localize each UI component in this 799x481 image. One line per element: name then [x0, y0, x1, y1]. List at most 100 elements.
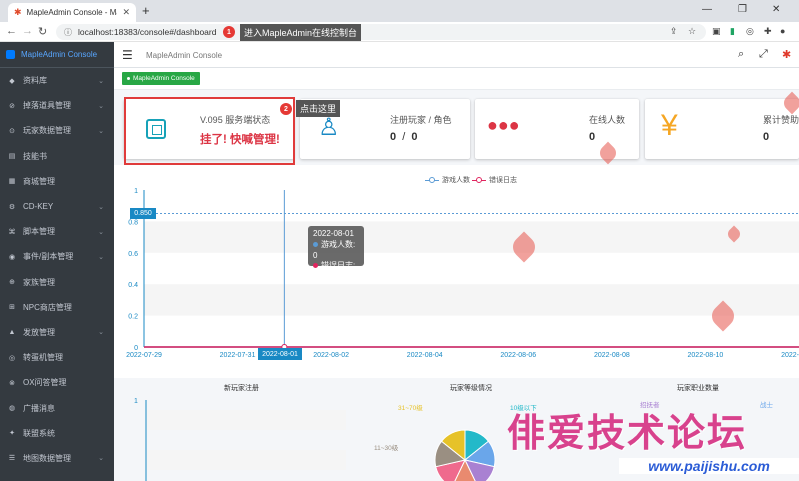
sidebar-item-label: 发放管理 — [23, 327, 55, 337]
sidebar-item-label: 地图数据管理 — [23, 453, 71, 463]
sidebar-item[interactable]: ◎ 转蛋机管理 — [0, 345, 114, 370]
sidebar-item[interactable]: ▲ 发放管理 ⌄ — [0, 320, 114, 345]
sidebar-item[interactable]: ⊞ NPC商店管理 — [0, 295, 114, 320]
y-tick-label: 0.8 — [128, 219, 138, 226]
restore-icon[interactable]: ❐ — [738, 4, 747, 15]
tooltip-value: 游戏人数: 0 — [313, 239, 356, 260]
y-tick-label: 0.4 — [128, 282, 138, 289]
sidebar-item[interactable]: ⌘ 脚本管理 ⌄ — [0, 219, 114, 244]
sidebar: MapleAdmin Console ◆ 资料库 ⌄ ⊘ 掉落道具管理 ⌄ ⊙ 玩家数据管理 ⌄… — [0, 42, 114, 481]
level-pie-chart[interactable] — [430, 425, 500, 481]
annotation-number: 2 — [280, 103, 292, 115]
nav-icon: ⚙ — [8, 203, 16, 211]
sidebar-nav: ◆ 资料库 ⌄ ⊘ 掉落道具管理 ⌄ ⊙ 玩家数据管理 ⌄ ▤ 技能书 ▦ 商城管理 ⚙ CD-KEY ⌄ ⌘ 脚… — [0, 68, 114, 481]
extension-icon[interactable]: ▣ — [712, 26, 721, 37]
reload-icon[interactable]: ↻ — [38, 25, 47, 38]
maple-leaf-icon[interactable]: ✱ — [782, 48, 791, 61]
close-window-icon[interactable]: ✕ — [772, 4, 780, 15]
players-separator: / — [402, 131, 406, 143]
grid-band — [144, 221, 799, 253]
players-title: 注册玩家 / 角色 — [390, 115, 452, 125]
sidebar-item-label: 家族管理 — [23, 277, 55, 287]
y-tick-label: 0.6 — [128, 251, 138, 258]
brand[interactable]: MapleAdmin Console — [0, 42, 114, 68]
nav-icon: ▦ — [8, 178, 16, 186]
tooltip-date: 2022-08-01 — [313, 229, 354, 238]
sidebar-item[interactable]: ◍ 广播消息 — [0, 395, 114, 420]
close-tab-icon[interactable]: ✕ — [122, 7, 130, 18]
back-icon[interactable]: ← — [6, 25, 17, 37]
menu-toggle-icon[interactable]: ☰ — [122, 48, 133, 62]
nav-icon: ✦ — [9, 430, 15, 438]
x-tick-label: 2022-07-31 — [220, 352, 256, 359]
tab-title: MapleAdmin Console - Maple — [26, 8, 118, 17]
nav-icon: ▲ — [8, 328, 16, 336]
line-chart[interactable]: 00.20.40.60.812022-07-29 2022-07-31 2022-0… — [114, 180, 799, 370]
browser-tab[interactable]: ✱ MapleAdmin Console - Maple ✕ — [8, 3, 136, 22]
series-dot-icon — [313, 263, 318, 269]
nav-icon: ☰ — [8, 455, 16, 463]
users-group-icon: ●●● — [487, 115, 520, 135]
sidebar-item-label: 脚本管理 — [23, 227, 55, 237]
nav-icon: ◆ — [9, 77, 15, 85]
total-value: 0 — [763, 131, 770, 143]
search-icon[interactable]: ⌕ — [738, 48, 744, 61]
info-icon[interactable]: ⓘ — [64, 27, 72, 38]
roles-count: 0 — [411, 131, 418, 143]
sidebar-item[interactable]: ⊕ 家族管理 — [0, 270, 114, 295]
sidebar-item-label: NPC商店管理 — [23, 302, 72, 312]
sidebar-item-label: CD-KEY — [23, 202, 54, 212]
profile-icon[interactable]: ● — [780, 26, 785, 36]
maple-leaf-icon: ✱ — [14, 7, 22, 17]
brand-name: MapleAdmin Console — [21, 50, 98, 59]
nav-icon: ⊙ — [9, 127, 15, 135]
x-tick-label: 2022-08-04 — [407, 352, 443, 359]
forward-icon[interactable]: → — [22, 25, 33, 37]
new-tab-button[interactable]: + — [142, 3, 150, 18]
puzzle-icon[interactable]: ✚ — [764, 26, 772, 37]
chevron-down-icon: ⌄ — [98, 102, 104, 110]
x-tick-label: 2022-08-06 — [500, 352, 536, 359]
job-title: 玩家职业数量 — [677, 385, 719, 392]
navbar-title: MapleAdmin Console — [146, 51, 223, 60]
sidebar-item[interactable]: ◆ 资料库 ⌄ — [0, 68, 114, 93]
tooltip-line: 游戏人数: 0 — [313, 240, 359, 262]
sidebar-item[interactable]: ⊗ OX问答管理 — [0, 370, 114, 395]
sidebar-item[interactable]: ⊘ 掉落道具管理 ⌄ — [0, 93, 114, 118]
sidebar-item[interactable]: ✦ 联盟系统 — [0, 421, 114, 446]
x-tick-label: 2022-08-08 — [594, 352, 630, 359]
level-title: 玩家等级情况 — [450, 385, 492, 392]
sidebar-item[interactable]: ⊙ 玩家数据管理 ⌄ — [0, 118, 114, 143]
extension-icon[interactable]: ◎ — [746, 26, 754, 37]
annotation-number: 1 — [223, 26, 235, 38]
annotation-callout: 进入MapleAdmin在线控制台 — [240, 24, 362, 41]
tag-label: MapleAdmin Console — [133, 75, 195, 82]
fullscreen-icon[interactable]: ⤢ — [759, 48, 768, 61]
user-icon: ♙ — [318, 114, 340, 141]
browser-tab-bar: ✱ MapleAdmin Console - Maple ✕ + — ❐ ✕ — [0, 0, 799, 22]
annotation-callout: 点击这里 — [296, 100, 341, 117]
online-title: 在线人数 — [589, 115, 626, 125]
minimize-icon[interactable]: — — [702, 4, 712, 15]
sidebar-item-label: 广播消息 — [23, 403, 55, 413]
dashboard-tag[interactable]: MapleAdmin Console — [122, 72, 200, 85]
nav-icon: ⊞ — [9, 304, 15, 312]
extension-icon[interactable]: ▮ — [730, 26, 735, 37]
share-icon[interactable]: ⇪ — [670, 26, 678, 37]
grid-band — [144, 284, 799, 316]
x-tick-label: 2022-08-10 — [688, 352, 724, 359]
y-cursor-label: 0.850 — [130, 208, 156, 219]
chevron-down-icon: ⌄ — [98, 203, 104, 211]
chart-tooltip: 2022-08-01 游戏人数: 0 错误日志: 0 — [308, 226, 364, 281]
chevron-down-icon: ⌄ — [98, 228, 104, 236]
sidebar-item[interactable]: ⚙ CD-KEY ⌄ — [0, 194, 114, 219]
bookmark-star-icon[interactable]: ☆ — [688, 26, 696, 37]
url-input[interactable]: ⓘ localhost:18383/console#/dashboard — [56, 24, 706, 40]
sidebar-item[interactable]: ◉ 事件/副本管理 ⌄ — [0, 244, 114, 269]
sidebar-item[interactable]: ▦ 商城管理 — [0, 169, 114, 194]
sidebar-item-label: 转蛋机管理 — [23, 353, 63, 363]
sidebar-item[interactable]: ▤ 技能书 — [0, 144, 114, 169]
sidebar-item[interactable]: ☰ 地图数据管理 ⌄ — [0, 446, 114, 471]
sidebar-item[interactable]: ◐... — [0, 471, 114, 481]
sidebar-item-label: OX问答管理 — [23, 378, 67, 388]
